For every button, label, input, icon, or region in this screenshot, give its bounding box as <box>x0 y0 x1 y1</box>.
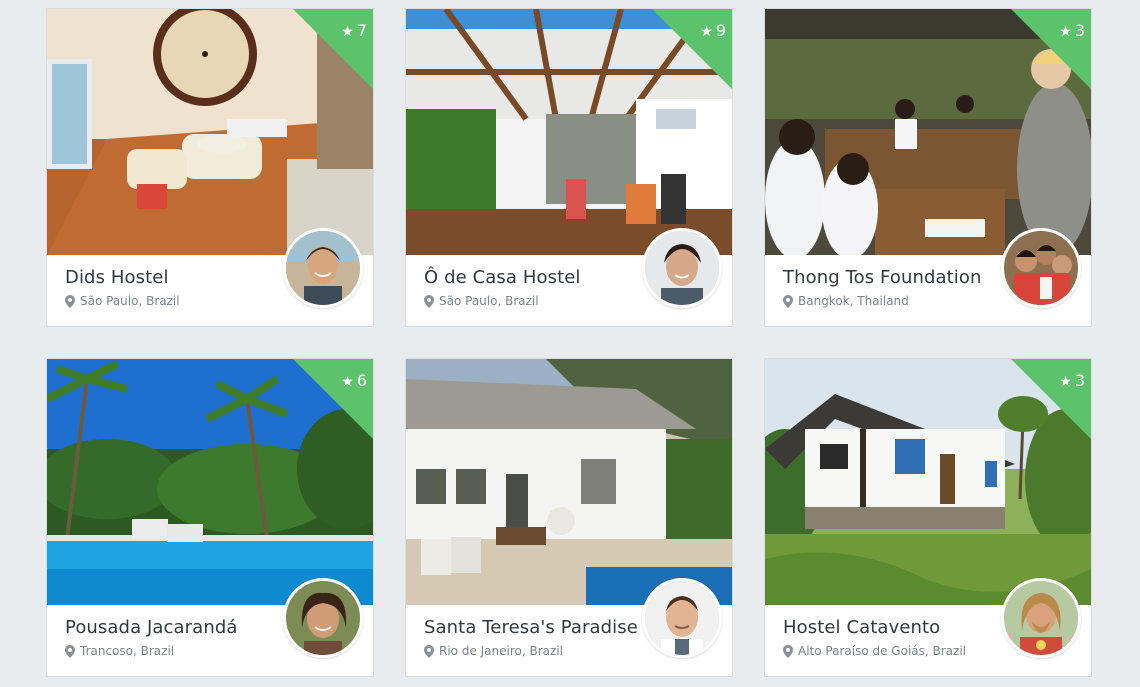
listing-location: Alto Paraíso de Goiás, Brazil <box>783 644 966 658</box>
listing-name[interactable]: Thong Tos Foundation <box>783 267 982 288</box>
listing-name[interactable]: Santa Teresa's Paradise <box>424 617 638 638</box>
listing-photo[interactable] <box>406 359 732 605</box>
listing-location: Rio de Janeiro, Brazil <box>424 644 563 658</box>
host-avatar[interactable] <box>1001 228 1081 308</box>
listing-card[interactable]: ★ 3 Hostel Catavento Alto Paraíso de Goiá… <box>764 358 1092 677</box>
listing-name[interactable]: Pousada Jacarandá <box>65 617 237 638</box>
star-icon: ★ <box>341 374 354 390</box>
star-icon: ★ <box>1059 374 1072 390</box>
host-avatar[interactable] <box>283 228 363 308</box>
listing-card[interactable]: ★ 7 Dids Hostel São Paulo, Brazil <box>46 8 374 327</box>
rating-badge: ★ 9 <box>700 21 726 40</box>
map-pin-icon <box>65 644 75 658</box>
location-text: Alto Paraíso de Goiás, Brazil <box>798 644 966 658</box>
listing-card[interactable]: ★ 3 Thong Tos Foundation Bangkok, Thailan… <box>764 8 1092 327</box>
rating-value: 6 <box>356 371 367 390</box>
rating-value: 3 <box>1074 21 1085 40</box>
listing-location: São Paulo, Brazil <box>65 294 180 308</box>
listing-name[interactable]: Hostel Catavento <box>783 617 940 638</box>
host-avatar[interactable] <box>283 578 363 658</box>
star-icon: ★ <box>700 24 713 40</box>
rating-value: 3 <box>1074 371 1085 390</box>
location-text: São Paulo, Brazil <box>80 294 180 308</box>
rating-value: 7 <box>356 21 367 40</box>
rating-badge: ★ 6 <box>341 371 367 390</box>
location-text: Rio de Janeiro, Brazil <box>439 644 563 658</box>
rating-badge: ★ 3 <box>1059 371 1085 390</box>
listing-location: Trancoso, Brazil <box>65 644 174 658</box>
listing-photo[interactable]: ★ 6 <box>47 359 373 605</box>
listing-card[interactable]: ★ 9 Ô de Casa Hostel São Paulo, Brazil <box>405 8 733 327</box>
listing-name[interactable]: Ô de Casa Hostel <box>424 267 581 288</box>
star-icon: ★ <box>341 24 354 40</box>
rating-badge: ★ 3 <box>1059 21 1085 40</box>
listing-name[interactable]: Dids Hostel <box>65 267 169 288</box>
map-pin-icon <box>65 294 75 308</box>
map-pin-icon <box>783 294 793 308</box>
listing-card[interactable]: ★ 6 Pousada Jacarandá Trancoso, Brazil <box>46 358 374 677</box>
map-pin-icon <box>783 644 793 658</box>
listing-location: São Paulo, Brazil <box>424 294 539 308</box>
map-pin-icon <box>424 644 434 658</box>
host-avatar[interactable] <box>642 228 722 308</box>
listing-location: Bangkok, Thailand <box>783 294 909 308</box>
host-avatar[interactable] <box>642 578 722 658</box>
rating-badge: ★ 7 <box>341 21 367 40</box>
star-icon: ★ <box>1059 24 1072 40</box>
listing-photo[interactable]: ★ 3 <box>765 9 1091 255</box>
listing-photo[interactable]: ★ 7 <box>47 9 373 255</box>
host-avatar[interactable] <box>1001 578 1081 658</box>
location-text: Bangkok, Thailand <box>798 294 909 308</box>
listing-photo[interactable]: ★ 3 <box>765 359 1091 605</box>
listing-card[interactable]: Santa Teresa's Paradise Rio de Janeiro, … <box>405 358 733 677</box>
location-text: São Paulo, Brazil <box>439 294 539 308</box>
listing-photo[interactable]: ★ 9 <box>406 9 732 255</box>
rating-value: 9 <box>715 21 726 40</box>
location-text: Trancoso, Brazil <box>80 644 175 658</box>
listing-grid: ★ 7 Dids Hostel São Paulo, Brazil ★ 9 Ô … <box>46 8 1092 677</box>
map-pin-icon <box>424 294 434 308</box>
